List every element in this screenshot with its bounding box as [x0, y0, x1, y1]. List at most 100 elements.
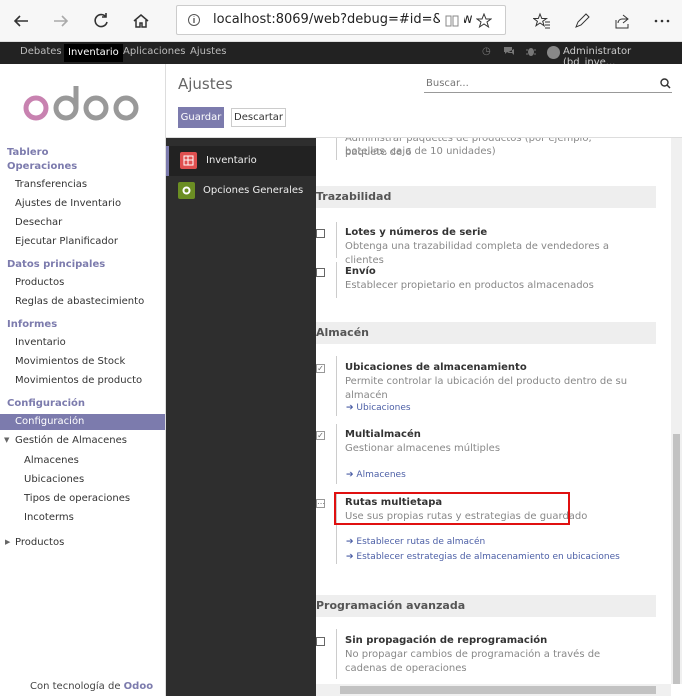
odoo-logo[interactable]	[22, 82, 142, 128]
highlight-box	[334, 492, 570, 525]
favorites-list-icon[interactable]	[529, 8, 555, 34]
ubicaciones-link-label: Ubicaciones	[356, 403, 411, 413]
discard-button[interactable]: Descartar	[231, 108, 286, 127]
nav-item-productos[interactable]: Productos	[15, 277, 64, 288]
caret-right-icon[interactable]: ▶	[5, 538, 10, 546]
nav-heading-configuracion: Configuración	[7, 398, 86, 409]
favorite-star-icon[interactable]	[472, 9, 496, 33]
propagacion-desc: No propagar cambios de programación a tr…	[345, 649, 601, 674]
powered-by: Con tecnología de Odoo	[30, 681, 153, 692]
nav-item-transferencias[interactable]: Transferencias	[15, 179, 87, 190]
menu-aplicaciones[interactable]: Aplicaciones	[123, 46, 185, 57]
section-almacen: Almacén	[316, 322, 656, 344]
arrow-right-icon: ➔	[346, 537, 357, 547]
more-icon[interactable]	[649, 8, 675, 34]
envio-desc: Establecer propietario en productos alma…	[345, 280, 594, 291]
nav-tablero[interactable]: Tablero	[7, 147, 48, 158]
general-settings-icon	[178, 182, 195, 199]
control-panel: Ajustes Guardar Descartar	[166, 64, 682, 138]
nav-heading-operaciones: Operaciones	[7, 161, 78, 172]
ubicaciones-link[interactable]: ➔ Ubicaciones	[346, 403, 411, 413]
save-button[interactable]: Guardar	[178, 107, 224, 128]
avatar[interactable]	[547, 46, 560, 59]
powered-by-text: Con tecnología de	[30, 681, 121, 692]
ubicaciones-title: Ubicaciones de almacenamiento	[345, 362, 527, 373]
settings-app-list: Inventario Opciones Generales	[166, 138, 316, 696]
page-title: Ajustes	[178, 75, 233, 93]
refresh-icon[interactable]	[88, 8, 114, 34]
home-icon[interactable]	[128, 8, 154, 34]
nav-item-desechar[interactable]: Desechar	[15, 217, 62, 228]
url-text: localhost:8069/web?debug=#id=&view	[213, 12, 473, 27]
nav-item-almacenes[interactable]: Almacenes	[24, 455, 79, 466]
setting-divider	[336, 424, 337, 484]
ubicaciones-checkbox[interactable]: ✓	[316, 364, 325, 373]
nav-item-gestion-almacenes[interactable]: Gestión de Almacenes	[15, 435, 127, 446]
share-icon[interactable]	[609, 8, 635, 34]
browser-toolbar: localhost:8069/web?debug=#id=&view	[0, 0, 682, 42]
nav-item-configuracion[interactable]: Configuración	[15, 416, 84, 427]
app-opciones-generales[interactable]: Opciones Generales	[166, 176, 316, 206]
bug-icon[interactable]	[525, 45, 537, 60]
main-menu-bar: Debates Inventario Aplicaciones Ajustes …	[0, 42, 682, 68]
nav-item-movimientos-stock[interactable]: Movimientos de Stock	[15, 356, 125, 367]
estrategias-link[interactable]: ➔ Establecer estrategias de almacenamien…	[346, 552, 620, 562]
search-input[interactable]	[424, 75, 672, 93]
packages-desc-2: botellas, caja de 10 unidades)	[345, 146, 496, 157]
nav-item-productos-config[interactable]: Productos	[15, 537, 64, 548]
multialmacen-desc: Gestionar almacenes múltiples	[345, 443, 501, 454]
multialmacen-checkbox[interactable]: ✓	[316, 431, 325, 440]
rutas-almacen-link-label: Establecer rutas de almacén	[356, 537, 486, 547]
lotes-title: Lotes y números de serie	[345, 227, 488, 238]
nav-item-inventario-report[interactable]: Inventario	[15, 337, 66, 348]
pen-icon[interactable]	[569, 8, 595, 34]
horizontal-scroll-thumb[interactable]	[340, 686, 656, 694]
rutas-checkbox[interactable]: ⋯	[316, 499, 325, 508]
clock-icon[interactable]: ◷	[482, 46, 491, 57]
arrow-right-icon: ➔	[346, 470, 357, 480]
nav-item-ubicaciones[interactable]: Ubicaciones	[24, 474, 84, 485]
arrow-right-icon: ➔	[346, 403, 357, 413]
app-label-opciones: Opciones Generales	[203, 185, 304, 196]
menu-inventario[interactable]: Inventario	[64, 44, 123, 62]
section-programacion: Programación avanzada	[316, 595, 656, 617]
forward-icon[interactable]	[48, 8, 74, 34]
nav-heading-informes: Informes	[7, 319, 58, 330]
menu-ajustes[interactable]: Ajustes	[190, 46, 226, 57]
lotes-checkbox[interactable]	[316, 229, 325, 238]
almacenes-link[interactable]: ➔ Almacenes	[346, 470, 406, 480]
reading-view-icon[interactable]	[440, 9, 464, 33]
settings-content: Administrar paquetes de productos (por e…	[316, 138, 672, 684]
setting-divider	[336, 222, 337, 258]
app-label-inventario: Inventario	[206, 155, 257, 166]
nav-item-reglas-abastecimiento[interactable]: Reglas de abastecimiento	[15, 296, 144, 307]
sidebar: Tablero Operaciones Transferencias Ajust…	[0, 64, 166, 696]
nav-heading-datos-principales: Datos principales	[7, 259, 106, 270]
vertical-scroll-thumb[interactable]	[673, 434, 680, 684]
nav-item-movimientos-producto[interactable]: Movimientos de producto	[15, 375, 142, 386]
setting-divider	[336, 138, 337, 160]
almacenes-link-label: Almacenes	[356, 470, 406, 480]
setting-divider	[336, 356, 337, 416]
envio-checkbox[interactable]	[316, 268, 325, 277]
vertical-scrollbar[interactable]	[671, 138, 682, 684]
nav-item-incoterms[interactable]: Incoterms	[24, 512, 74, 523]
arrow-right-icon: ➔	[346, 552, 357, 562]
horizontal-scrollbar[interactable]	[316, 684, 671, 696]
inventory-app-icon	[180, 152, 197, 169]
caret-down-icon[interactable]: ▼	[4, 436, 9, 444]
nav-item-tipos-operaciones[interactable]: Tipos de operaciones	[24, 493, 130, 504]
nav-item-ajustes-inventario[interactable]: Ajustes de Inventario	[15, 198, 121, 209]
menu-debates[interactable]: Debates	[20, 46, 62, 57]
info-icon[interactable]	[187, 6, 201, 34]
chat-icon[interactable]	[503, 45, 515, 60]
search-icon[interactable]	[660, 78, 671, 92]
app-inventario[interactable]: Inventario	[166, 146, 316, 176]
nav-item-ejecutar-planificador[interactable]: Ejecutar Planificador	[15, 236, 118, 247]
propagacion-checkbox[interactable]	[316, 637, 325, 646]
lotes-desc: Obtenga una trazabilidad completa de ven…	[345, 241, 609, 266]
back-icon[interactable]	[8, 8, 34, 34]
powered-by-brand[interactable]: Odoo	[124, 681, 153, 692]
rutas-almacen-link[interactable]: ➔ Establecer rutas de almacén	[346, 537, 485, 547]
setting-divider	[336, 262, 337, 298]
